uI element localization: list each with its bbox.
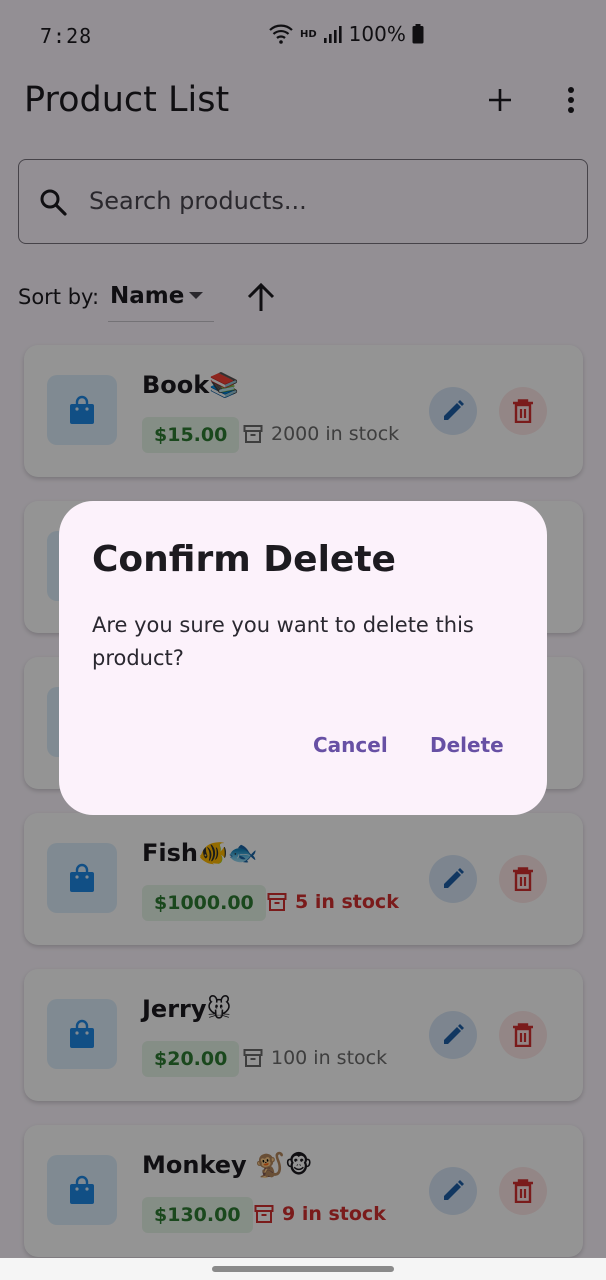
confirm-delete-dialog: Confirm Delete Are you sure you want to …	[59, 501, 547, 815]
home-handle[interactable]	[212, 1266, 394, 1272]
cancel-button[interactable]: Cancel	[313, 723, 388, 767]
delete-button[interactable]: Delete	[430, 723, 504, 767]
system-nav-bar	[0, 1258, 606, 1280]
dialog-message: Are you sure you want to delete this pro…	[92, 613, 474, 670]
dialog-title: Confirm Delete	[92, 539, 396, 580]
